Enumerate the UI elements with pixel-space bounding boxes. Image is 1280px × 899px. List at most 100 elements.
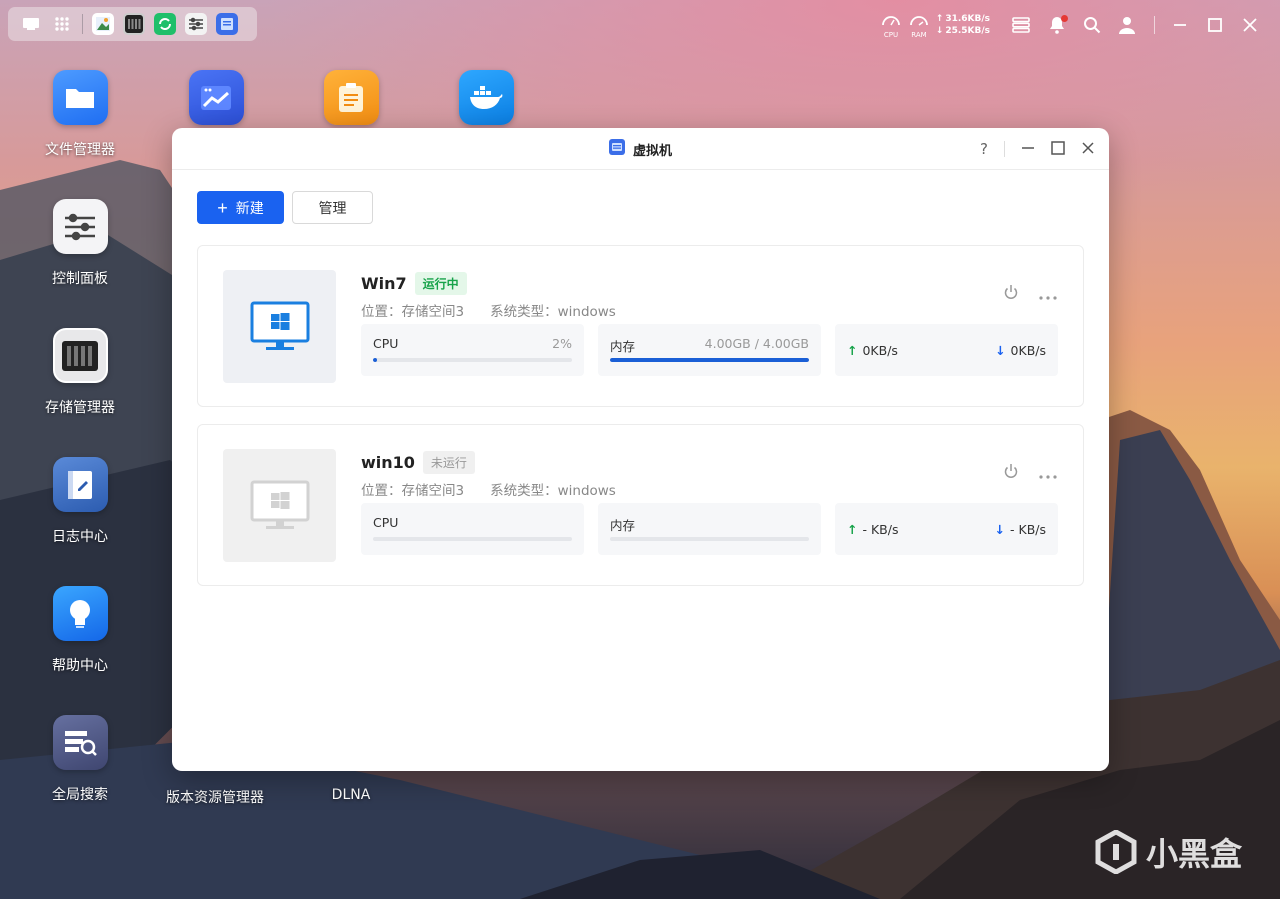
docker-whale-icon (458, 70, 514, 125)
desktop-icon-label: 文件管理器 (45, 142, 115, 158)
sync-icon[interactable] (154, 13, 176, 35)
toolbar: + 新建 管理 (197, 191, 373, 224)
user-icon[interactable] (1116, 16, 1138, 34)
virtual-machine-icon (608, 139, 625, 159)
vm-meta: 位置：存储空间3 系统类型：windows (361, 300, 616, 320)
dock-divider (82, 14, 83, 34)
vm-meta: 位置：存储空间3 系统类型：windows (361, 479, 616, 499)
trend-chart-icon (188, 70, 244, 125)
window-controls: ? (980, 128, 1095, 170)
image-viewer-icon[interactable] (92, 13, 114, 35)
upload-arrow-icon: ↑ (847, 521, 858, 537)
cpu-label: CPU (373, 336, 399, 351)
help-icon[interactable]: ? (980, 140, 988, 158)
search-list-icon (52, 715, 108, 770)
memory-progress-fill (610, 358, 809, 362)
window-title: 虚拟机 (172, 128, 1109, 170)
desktop-icon-notes-app[interactable] (296, 70, 406, 125)
window-titlebar[interactable]: 虚拟机 ? (172, 128, 1109, 170)
desktop-icon-file-manager[interactable]: 文件管理器 (25, 70, 135, 159)
virtual-machine-icon[interactable] (216, 13, 238, 35)
cpu-label: CPU (373, 515, 399, 530)
app-grid-icon[interactable] (51, 13, 73, 35)
power-icon[interactable] (1003, 284, 1019, 304)
notebook-icon (52, 457, 108, 512)
download-rate: 0KB/s (1010, 342, 1046, 358)
new-button-label: 新建 (235, 199, 264, 216)
memory-progress-track (610, 358, 809, 362)
vm-card[interactable]: win10 未运行 位置：存储空间3 系统类型：windows CPU 内存 ↑… (197, 424, 1084, 586)
window-minimize-icon[interactable] (1021, 140, 1035, 159)
storage-manager-icon[interactable] (123, 13, 145, 35)
download-arrow-icon: ↓ (995, 342, 1006, 358)
notification-bell-icon[interactable] (1046, 15, 1068, 34)
vm-name-row: Win7 运行中 (361, 272, 467, 295)
plus-icon: + (217, 197, 228, 218)
desktop-icon-help-center[interactable]: 帮助中心 (25, 586, 135, 675)
desktop-icon-control-panel[interactable]: 控制面板 (25, 199, 135, 288)
desktop-icon-label: 全局搜索 (52, 787, 108, 803)
vm-name-row: win10 未运行 (361, 451, 475, 474)
cpu-value: 2% (552, 336, 572, 351)
cpu-stat: CPU (361, 503, 584, 555)
desktop-icon-label[interactable]: DLNA (296, 787, 406, 803)
status-divider (1154, 16, 1155, 34)
status-bar: CPU RAM ↑ 31.6KB/s ↓ 25.5KB/s (880, 8, 1280, 42)
close-icon[interactable] (1239, 17, 1261, 33)
vm-location: 位置：存储空间3 (361, 483, 465, 499)
new-vm-button[interactable]: + 新建 (197, 191, 284, 224)
vm-card[interactable]: Win7 运行中 位置：存储空间3 系统类型：windows CPU 2% 内存 4… (197, 245, 1084, 407)
status-badge: 未运行 (422, 451, 475, 474)
task-list-icon[interactable] (1010, 17, 1032, 33)
memory-label: 内存 (610, 339, 636, 354)
windows-monitor-icon (250, 480, 309, 529)
control-panel-icon[interactable] (185, 13, 207, 35)
lightbulb-icon (52, 586, 108, 641)
upload-rate: - KB/s (862, 521, 899, 537)
manage-button[interactable]: 管理 (292, 191, 373, 224)
folder-icon (52, 70, 108, 125)
ram-label: RAM (911, 31, 926, 39)
network-stat: ↑ - KB/s ↓ - KB/s (835, 503, 1058, 555)
minimize-icon[interactable] (1169, 17, 1191, 33)
desktop-icon-label: 存储管理器 (45, 400, 115, 416)
download-rate: - KB/s (1010, 521, 1046, 537)
more-options-icon[interactable] (1039, 285, 1057, 304)
upload-rate: 0KB/s (862, 342, 898, 358)
memory-stat: 内存 4.00GB / 4.00GB (598, 324, 821, 376)
vm-actions (1003, 284, 1057, 304)
vm-os-type: 系统类型：windows (490, 483, 616, 499)
vm-thumbnail (223, 449, 336, 562)
desktop-icon-log-center[interactable]: 日志中心 (25, 457, 135, 546)
watermark-logo: 小黑盒 (1094, 829, 1242, 875)
vm-name: win10 (361, 453, 415, 472)
more-options-icon[interactable] (1039, 464, 1057, 483)
desktop-icon-global-search[interactable]: 全局搜索 (25, 715, 135, 804)
power-icon[interactable] (1003, 463, 1019, 483)
memory-value: 4.00GB / 4.00GB (704, 336, 809, 351)
watermark-text: 小黑盒 (1145, 835, 1242, 873)
vm-location: 位置：存储空间3 (361, 304, 465, 320)
maximize-icon[interactable] (1204, 17, 1226, 33)
cpu-stat: CPU 2% (361, 324, 584, 376)
window-maximize-icon[interactable] (1051, 140, 1065, 159)
desktop-icon-storage-manager[interactable]: 存储管理器 (25, 328, 135, 417)
search-icon[interactable] (1081, 16, 1103, 34)
cpu-gauge-icon[interactable]: CPU (880, 11, 902, 39)
desktop-icon[interactable] (20, 13, 42, 35)
vm-actions (1003, 463, 1057, 483)
desktop-icon-monitor-app[interactable] (161, 70, 271, 125)
desktop-icon-label[interactable]: 版本资源管理器 (160, 787, 270, 807)
memory-progress-track (610, 537, 809, 541)
window-close-icon[interactable] (1081, 140, 1095, 159)
cpu-progress-fill (373, 358, 377, 362)
upload-arrow-icon: ↑ (847, 342, 858, 358)
notepad-icon (323, 70, 379, 125)
cpu-progress-track (373, 358, 572, 362)
memory-label: 内存 (610, 518, 636, 533)
download-arrow-icon: ↓ (935, 26, 944, 36)
top-dock (8, 7, 257, 41)
desktop-icon-docker[interactable] (431, 70, 541, 125)
ram-gauge-icon[interactable]: RAM (908, 11, 930, 39)
heybox-logo-icon (1095, 830, 1137, 874)
